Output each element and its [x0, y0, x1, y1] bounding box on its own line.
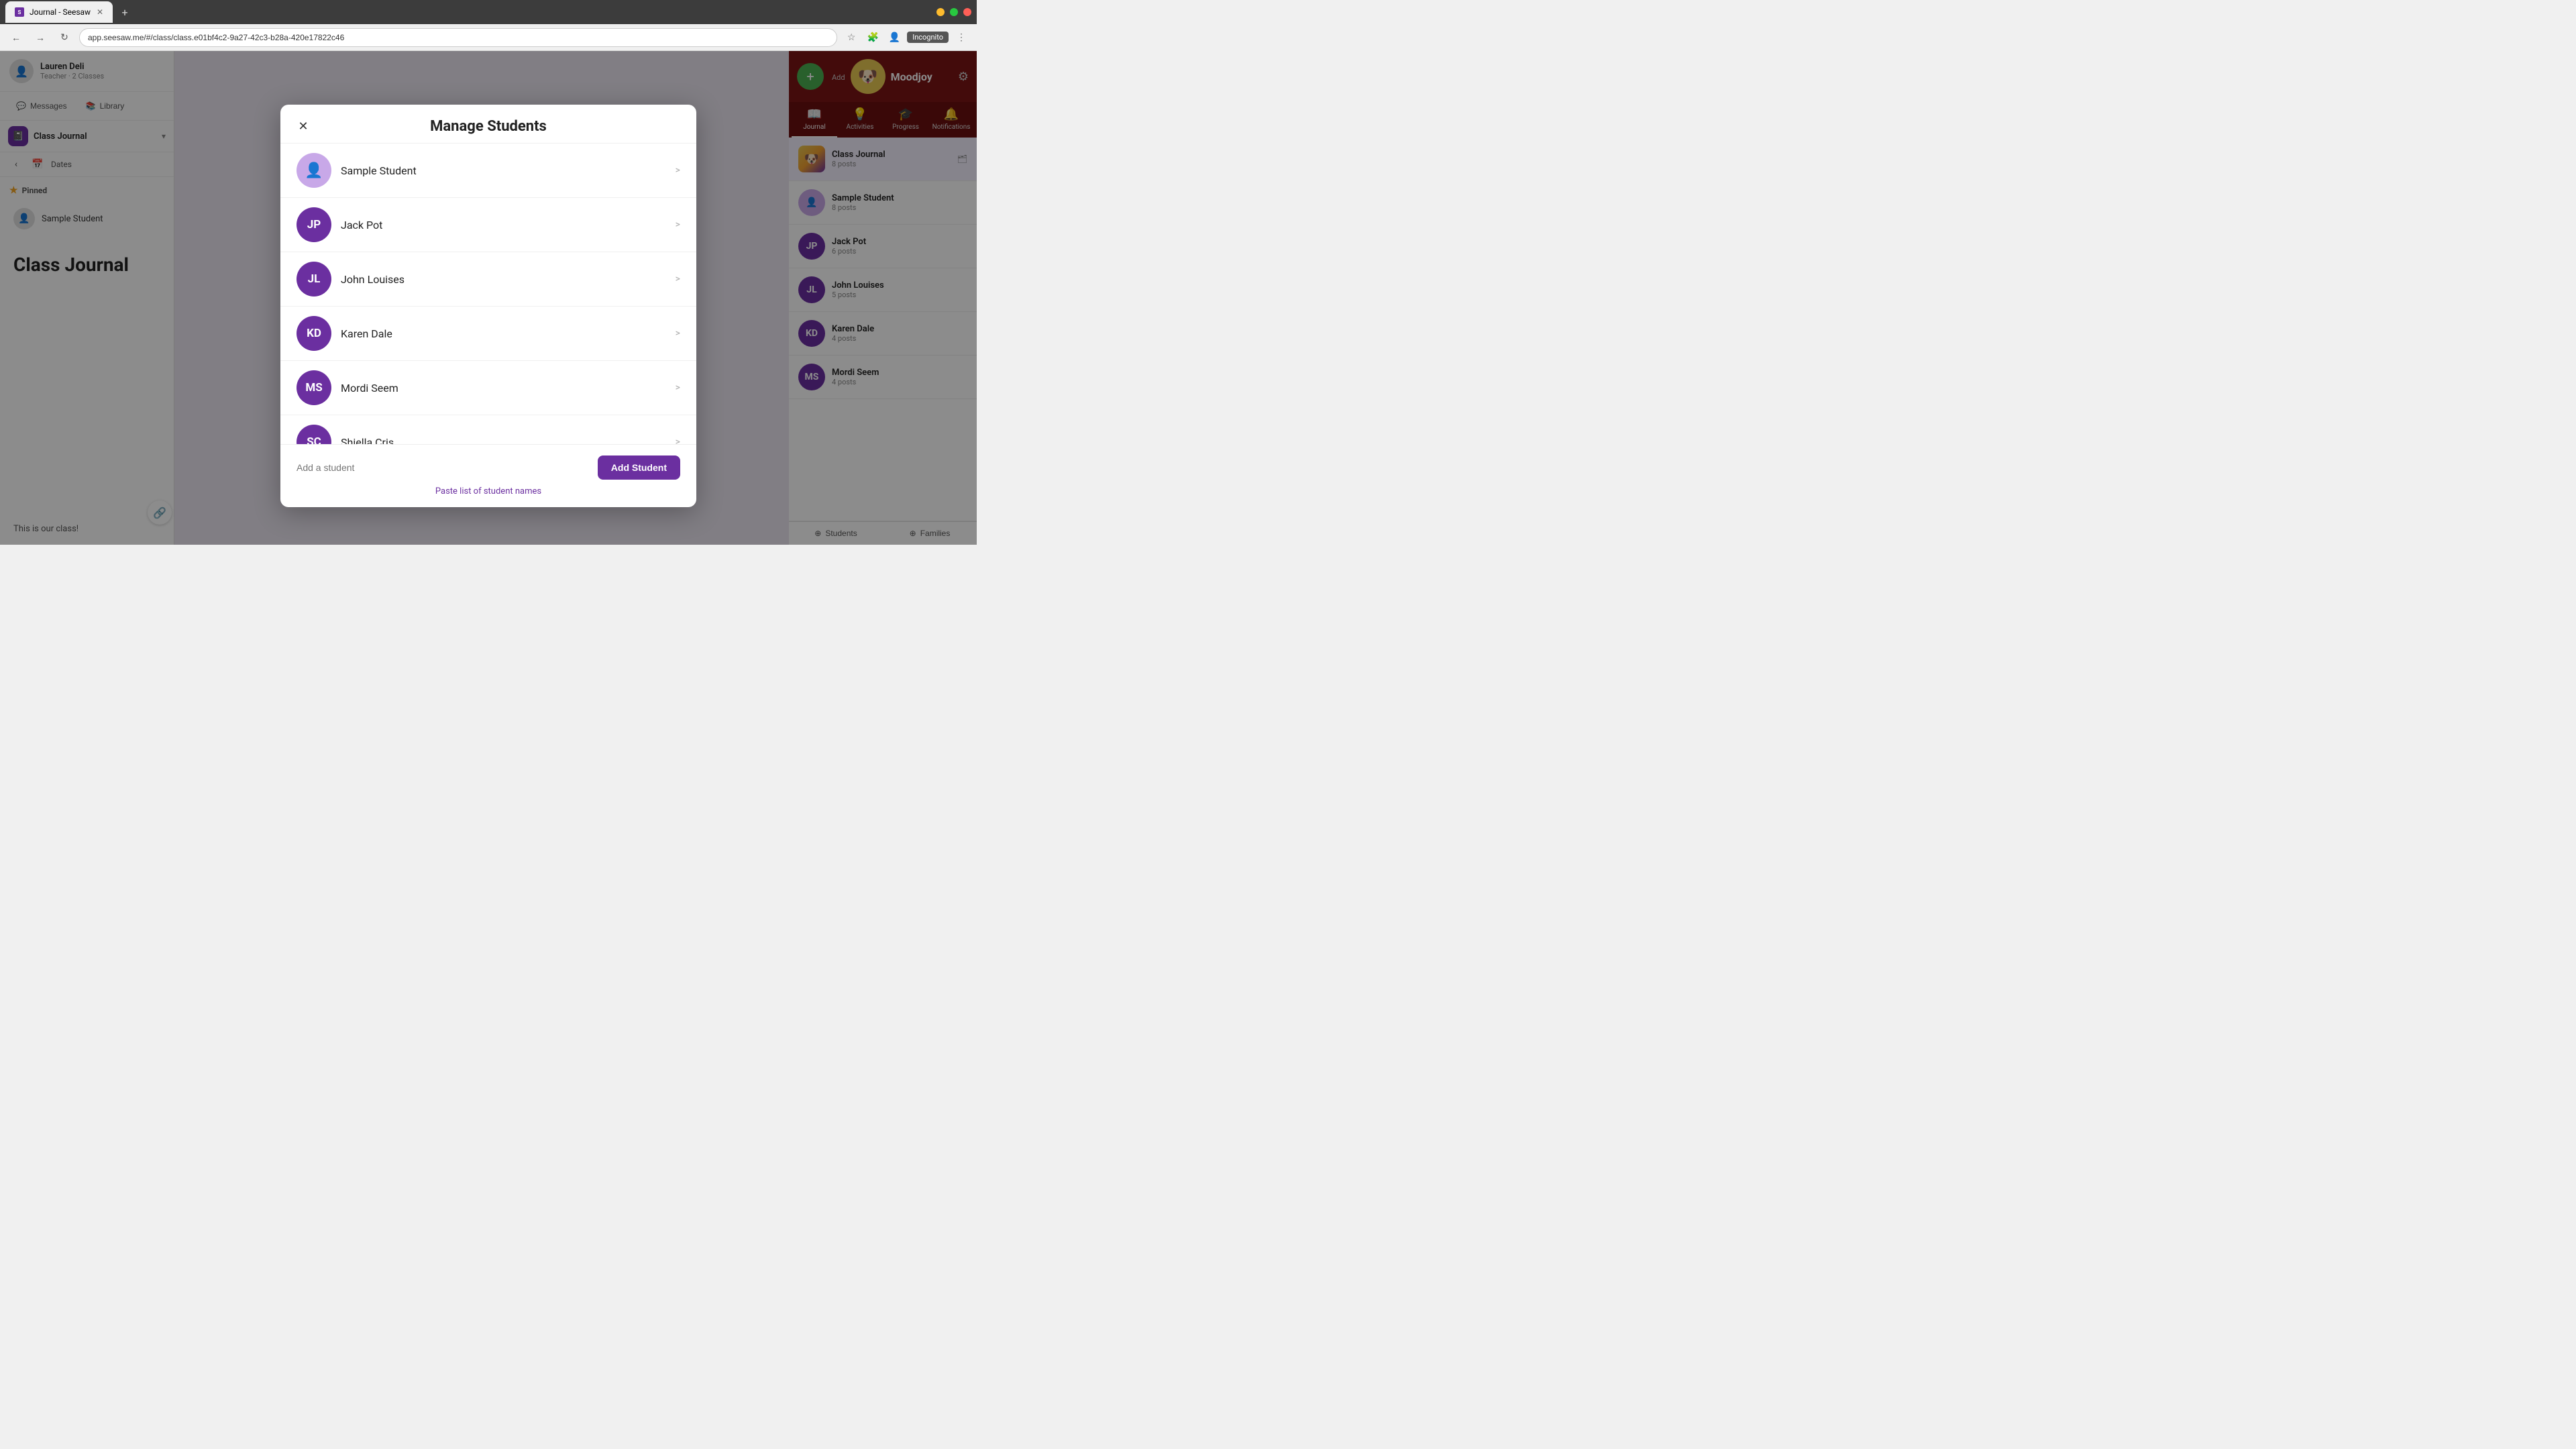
chevron-right-icon-ms: >: [676, 382, 680, 393]
modal-student-jl[interactable]: JL John Louises >: [280, 252, 696, 307]
modal-avatar-jl: JL: [297, 262, 331, 297]
modal-student-sc[interactable]: SC Shiella Cris >: [280, 415, 696, 444]
modal-name-kd: Karen Dale: [341, 327, 666, 340]
modal-overlay[interactable]: ✕ Manage Students 👤 Sample Student > JP …: [0, 51, 977, 545]
chevron-right-icon-jp: >: [676, 219, 680, 230]
modal-avatar-ms: MS: [297, 370, 331, 405]
modal-name-ms: Mordi Seem: [341, 382, 666, 394]
more-menu-icon[interactable]: ⋮: [953, 29, 970, 46]
address-bar-row: ← → ↻ ☆ 🧩 👤 Incognito ⋮: [0, 24, 977, 51]
modal-student-jp[interactable]: JP Jack Pot >: [280, 198, 696, 252]
new-tab-btn[interactable]: +: [115, 3, 134, 21]
forward-button[interactable]: →: [31, 28, 50, 47]
modal-student-ms[interactable]: MS Mordi Seem >: [280, 361, 696, 415]
active-tab[interactable]: S Journal - Seesaw ✕: [5, 1, 113, 23]
chevron-right-icon-sample: >: [676, 165, 680, 176]
modal-avatar-sample: 👤: [297, 153, 331, 188]
modal-header: ✕ Manage Students: [280, 105, 696, 144]
maximize-btn[interactable]: [950, 8, 958, 16]
address-bar-icons: ☆ 🧩 👤 Incognito ⋮: [843, 29, 970, 46]
manage-students-modal: ✕ Manage Students 👤 Sample Student > JP …: [280, 105, 696, 507]
chevron-right-icon-kd: >: [676, 328, 680, 339]
modal-avatar-kd: KD: [297, 316, 331, 351]
close-btn[interactable]: [963, 8, 971, 16]
tab-favicon: S: [15, 7, 24, 17]
modal-student-list: 👤 Sample Student > JP Jack Pot > JL John…: [280, 144, 696, 444]
address-input[interactable]: [79, 28, 837, 47]
chevron-right-icon-jl: >: [676, 274, 680, 284]
add-student-button[interactable]: Add Student: [598, 455, 680, 480]
modal-name-sample: Sample Student: [341, 164, 666, 177]
chevron-right-icon-sc: >: [676, 437, 680, 444]
profile-icon[interactable]: 👤: [885, 29, 903, 46]
modal-student-kd[interactable]: KD Karen Dale >: [280, 307, 696, 361]
modal-avatar-jp: JP: [297, 207, 331, 242]
modal-name-jl: John Louises: [341, 273, 666, 286]
incognito-badge: Incognito: [907, 32, 949, 43]
modal-name-jp: Jack Pot: [341, 219, 666, 231]
window-controls: [936, 8, 971, 16]
modal-name-sc: Shiella Cris: [341, 436, 666, 445]
modal-close-button[interactable]: ✕: [294, 117, 313, 136]
tab-title: Journal - Seesaw: [30, 7, 91, 17]
back-button[interactable]: ←: [7, 28, 25, 47]
modal-footer: Add Student Paste list of student names: [280, 444, 696, 507]
browser-tab-bar: S Journal - Seesaw ✕ +: [0, 0, 977, 24]
tab-close-btn[interactable]: ✕: [97, 7, 103, 17]
modal-avatar-sc: SC: [297, 425, 331, 444]
app-container: 👤 Lauren Deli Teacher · 2 Classes 💬 Mess…: [0, 51, 977, 545]
add-student-row: Add Student: [297, 455, 680, 480]
bookmark-icon[interactable]: ☆: [843, 29, 860, 46]
refresh-button[interactable]: ↻: [55, 28, 74, 47]
paste-list-link[interactable]: Paste list of student names: [297, 486, 680, 496]
add-student-input[interactable]: [297, 462, 590, 473]
minimize-btn[interactable]: [936, 8, 945, 16]
extensions-icon[interactable]: 🧩: [864, 29, 881, 46]
modal-student-sample[interactable]: 👤 Sample Student >: [280, 144, 696, 198]
modal-title: Manage Students: [430, 118, 547, 135]
